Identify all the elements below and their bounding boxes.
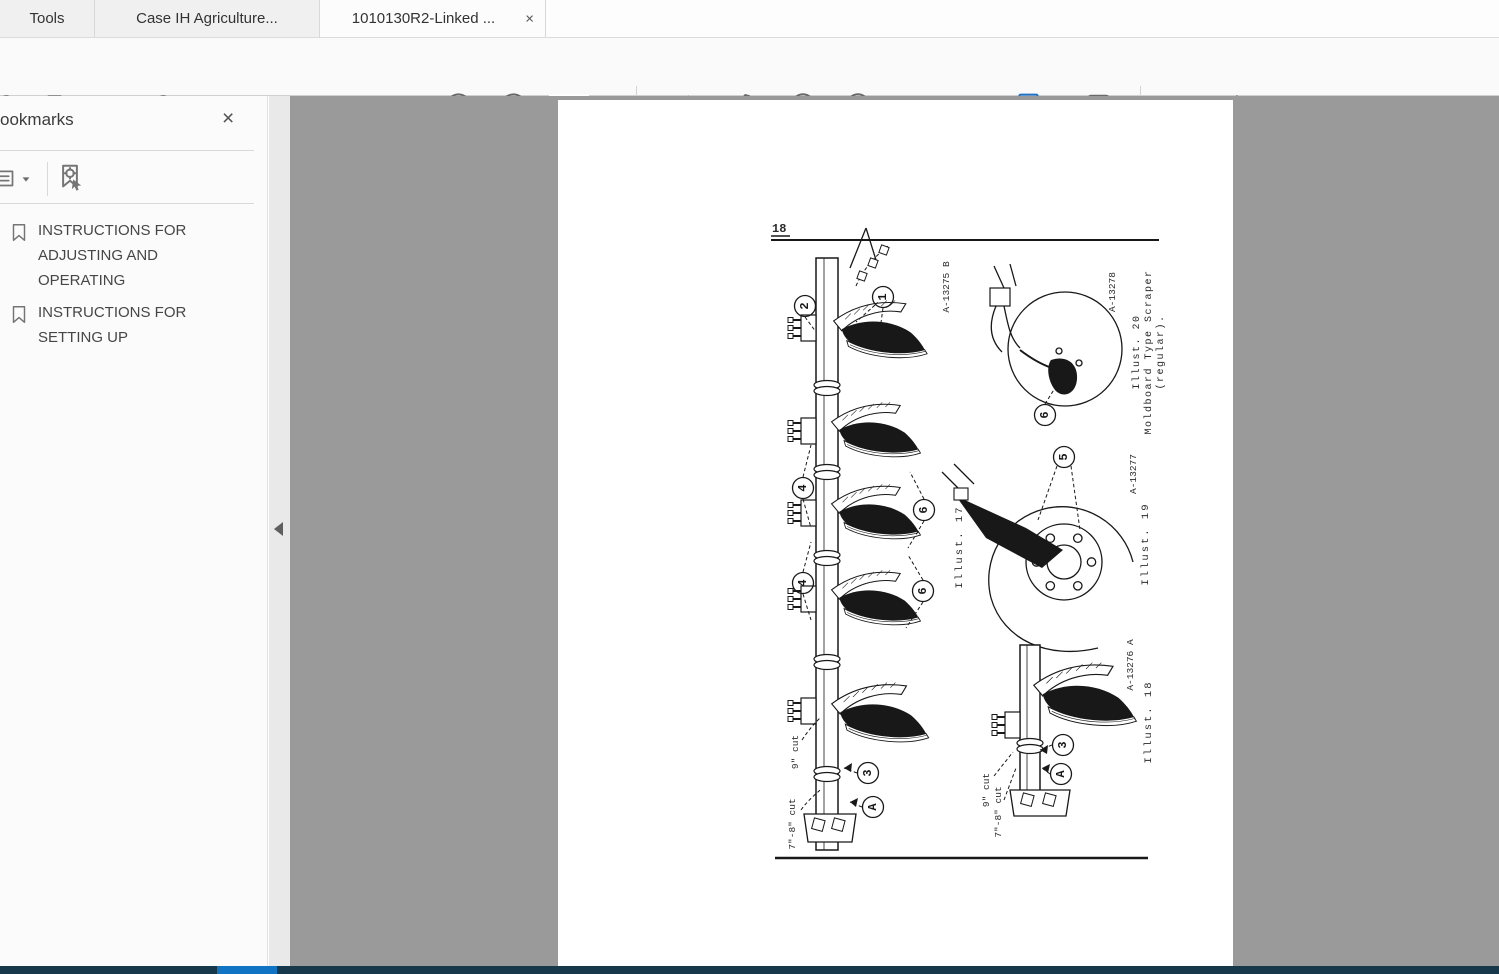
cut-size-label: 9" cut — [981, 773, 992, 807]
bookmark-icon — [12, 305, 26, 324]
tab-tools-label: Tools — [29, 10, 65, 27]
locate-bookmark-icon — [62, 164, 82, 191]
bookmark-item-adjusting-operating[interactable]: INSTRUCTIONS FOR ADJUSTING AND OPERATING — [0, 218, 267, 293]
bookmarks-options-button[interactable] — [0, 164, 35, 194]
tab-case-ih-document[interactable]: Case IH Agriculture... — [95, 0, 320, 37]
page-number-printed: 18 — [772, 222, 786, 236]
illust-20-caption-line1: Illust. 20 — [1131, 314, 1143, 389]
callout-4: 4 — [796, 484, 810, 491]
panel-splitter[interactable] — [269, 96, 290, 966]
callout-1: 1 — [876, 293, 890, 300]
callout-6: 6 — [1038, 411, 1052, 418]
bookmark-item-label: INSTRUCTIONS FOR SETTING UP — [38, 304, 187, 346]
tab-tools[interactable]: Tools — [0, 0, 95, 37]
bookmarks-close-icon[interactable]: × — [222, 108, 234, 129]
illust-17-caption: Illust. 17 — [954, 505, 966, 588]
divider — [0, 150, 254, 151]
bookmark-item-label: INSTRUCTIONS FOR ADJUSTING AND OPERATING — [38, 222, 187, 289]
chevron-down-icon — [22, 176, 30, 182]
callout-6: 6 — [917, 506, 931, 513]
illust-20-caption-line3: (regular). — [1155, 314, 1167, 389]
cut-size-label: 7"-8" cut — [993, 786, 1004, 837]
pdf-page-canvas: 18 2 1 4 6 4 6 3 A 6 5 3 A A-13275 B A-1… — [771, 222, 1167, 860]
callout-2: 2 — [798, 302, 812, 309]
bookmarks-panel: ookmarks × INSTRUCTIONS FOR ADJUSTING AN… — [0, 96, 268, 966]
divider — [47, 162, 48, 196]
illustration-single-bottom — [991, 644, 1137, 817]
tab-close-icon[interactable]: × — [525, 11, 534, 26]
figure-number-label: A-13275 B — [941, 261, 952, 313]
figure-labels: A-13275 B A-13278 A-13277 A-13276 A Illu… — [787, 261, 1167, 850]
illustration-plow-bottom-stack — [787, 227, 930, 851]
callout-A: A — [866, 803, 880, 811]
illustration-disc-hub — [941, 463, 1134, 652]
illustration-disc-scraper — [989, 263, 1123, 407]
callout-5: 5 — [1057, 453, 1071, 460]
bookmark-item-setting-up[interactable]: INSTRUCTIONS FOR SETTING UP — [0, 300, 267, 350]
callout-3: 3 — [861, 769, 875, 776]
callout-A: A — [1054, 770, 1068, 778]
options-list-icon — [0, 170, 14, 187]
document-scroll-area[interactable]: 18 2 1 4 6 4 6 3 A 6 5 3 A A-13275 B A-1… — [290, 96, 1499, 966]
tab-active-document[interactable]: 1010130R2-Linked ... × — [320, 0, 546, 37]
divider — [0, 203, 254, 204]
find-current-bookmark-button[interactable] — [55, 162, 87, 194]
illust-20-caption-line2: Moldboard Type Scraper — [1143, 269, 1155, 434]
figure-number-label: A-13276 A — [1125, 639, 1136, 691]
pdf-page: 18 2 1 4 6 4 6 3 A 6 5 3 A A-13275 B A-1… — [558, 100, 1233, 966]
bookmark-icon — [12, 223, 26, 242]
tab-active-label: 1010130R2-Linked ... — [351, 10, 496, 27]
tab-case-ih-label: Case IH Agriculture... — [136, 10, 278, 27]
illust-19-caption: Illust. 19 — [1140, 502, 1152, 585]
callout-6: 6 — [916, 587, 930, 594]
illust-18-caption: Illust. 18 — [1143, 680, 1155, 763]
figure-number-label: A-13278 — [1107, 272, 1118, 312]
bookmarks-toolbar — [0, 156, 267, 202]
bookmarks-panel-title: ookmarks — [0, 110, 74, 129]
cut-size-label: 7"-8" cut — [787, 798, 798, 849]
main-toolbar: / 32 57.9% — [0, 38, 1499, 126]
figure-number-label: A-13277 — [1128, 454, 1139, 494]
callout-3: 3 — [1056, 741, 1070, 748]
collapse-panel-icon[interactable] — [274, 522, 283, 536]
window-bottom-edge — [0, 966, 1499, 974]
tab-bar: Tools Case IH Agriculture... 1010130R2-L… — [0, 0, 1499, 38]
bottom-edge-accent — [217, 966, 277, 974]
callout-4: 4 — [796, 579, 810, 586]
cut-size-label: 9" cut — [790, 735, 801, 769]
